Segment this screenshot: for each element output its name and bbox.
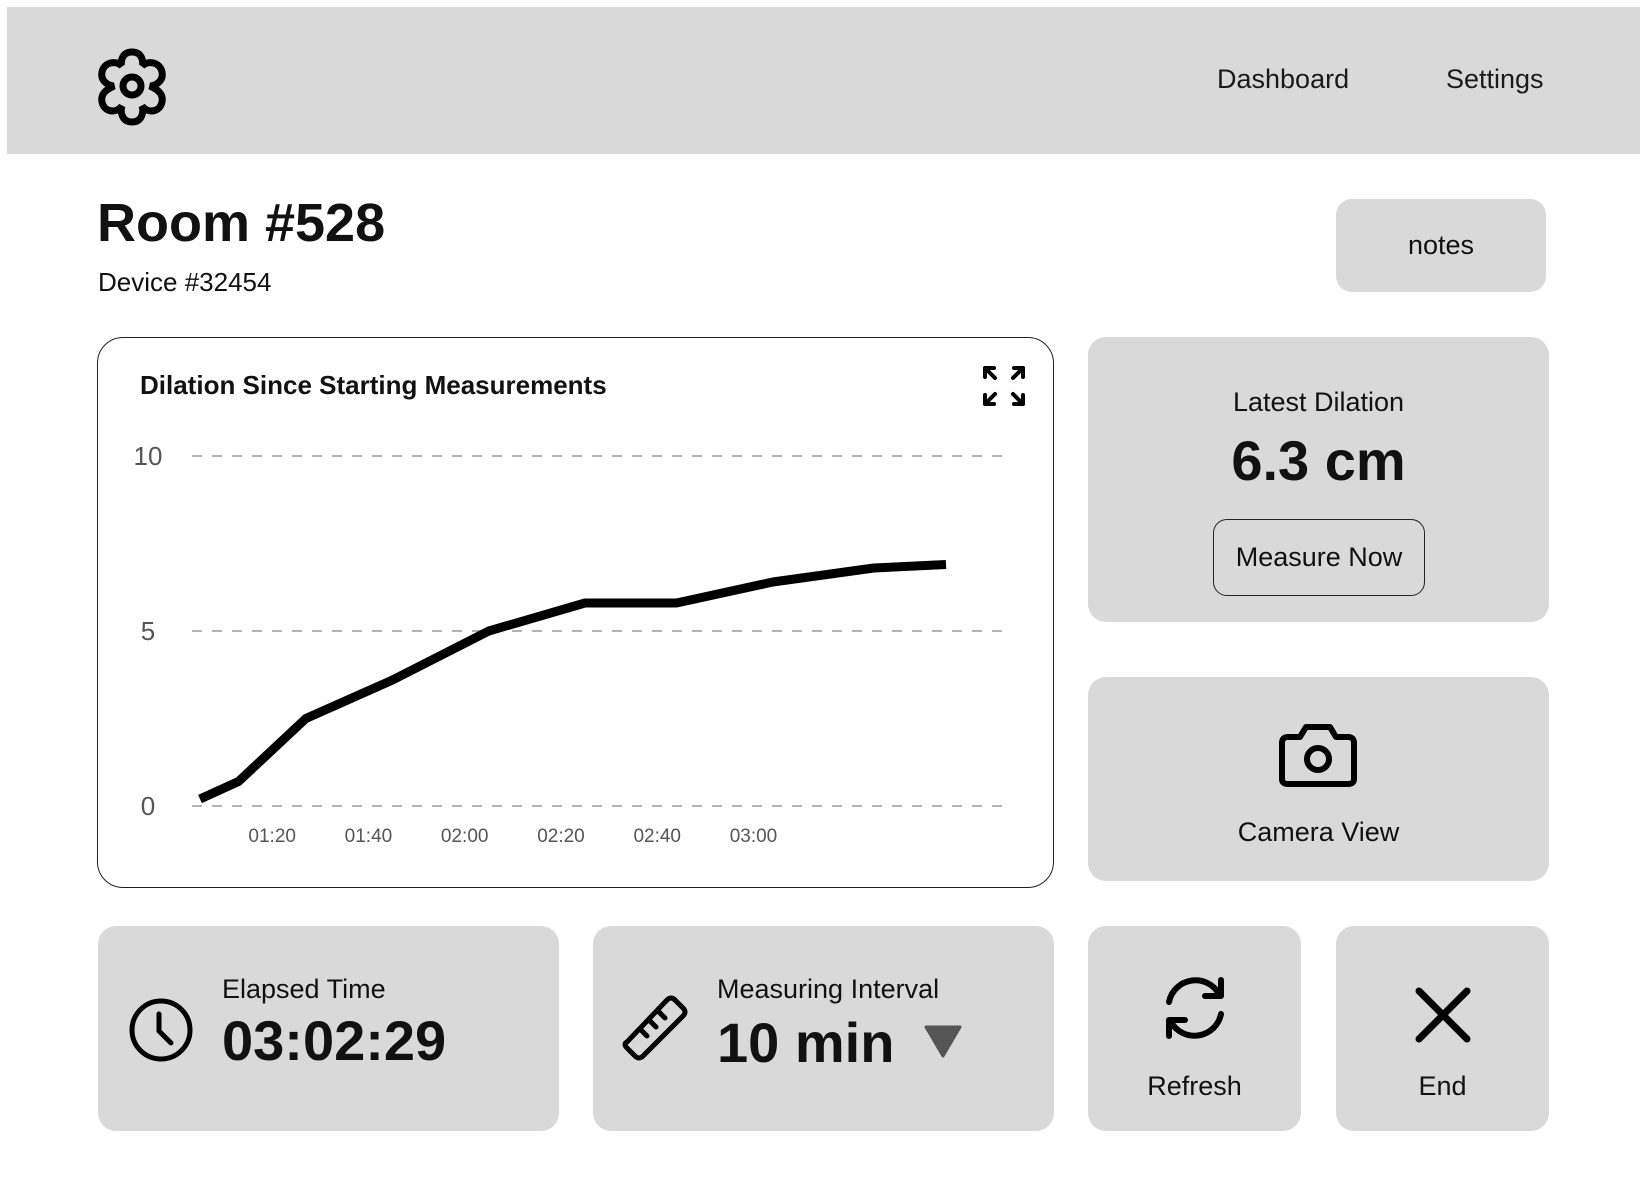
camera-view-label: Camera View <box>1237 817 1400 847</box>
latest-dilation-value: 6.3 cm <box>1231 429 1406 492</box>
triangle-down-icon[interactable] <box>924 1024 962 1058</box>
camera-icon <box>1279 724 1357 787</box>
clock-icon <box>129 998 193 1062</box>
elapsed-time-value: 03:02:29 <box>222 1009 447 1072</box>
elapsed-time-label: Elapsed Time <box>222 974 386 1004</box>
refresh-label: Refresh <box>1147 1071 1242 1101</box>
end-label: End <box>1418 1071 1467 1101</box>
ruler-icon <box>622 995 688 1061</box>
dilation-chart-card <box>97 337 1054 888</box>
close-icon <box>1415 987 1471 1043</box>
notes-button[interactable]: notes <box>1336 199 1546 292</box>
nav-settings[interactable]: Settings <box>1446 64 1544 95</box>
measuring-interval-label: Measuring Interval <box>717 974 940 1004</box>
chart-title: Dilation Since Starting Measurements <box>140 370 607 400</box>
top-header <box>7 7 1640 154</box>
device-id: Device #32454 <box>98 267 272 297</box>
flower-gear-icon[interactable] <box>92 44 172 128</box>
page-title: Room #528 <box>97 193 386 253</box>
latest-dilation-label: Latest Dilation <box>1232 387 1405 417</box>
measuring-interval-value: 10 min <box>717 1011 895 1074</box>
refresh-icon <box>1166 977 1224 1039</box>
expand-icon[interactable] <box>982 365 1026 407</box>
nav-dashboard[interactable]: Dashboard <box>1217 64 1349 95</box>
measure-now-button[interactable]: Measure Now <box>1213 519 1425 596</box>
